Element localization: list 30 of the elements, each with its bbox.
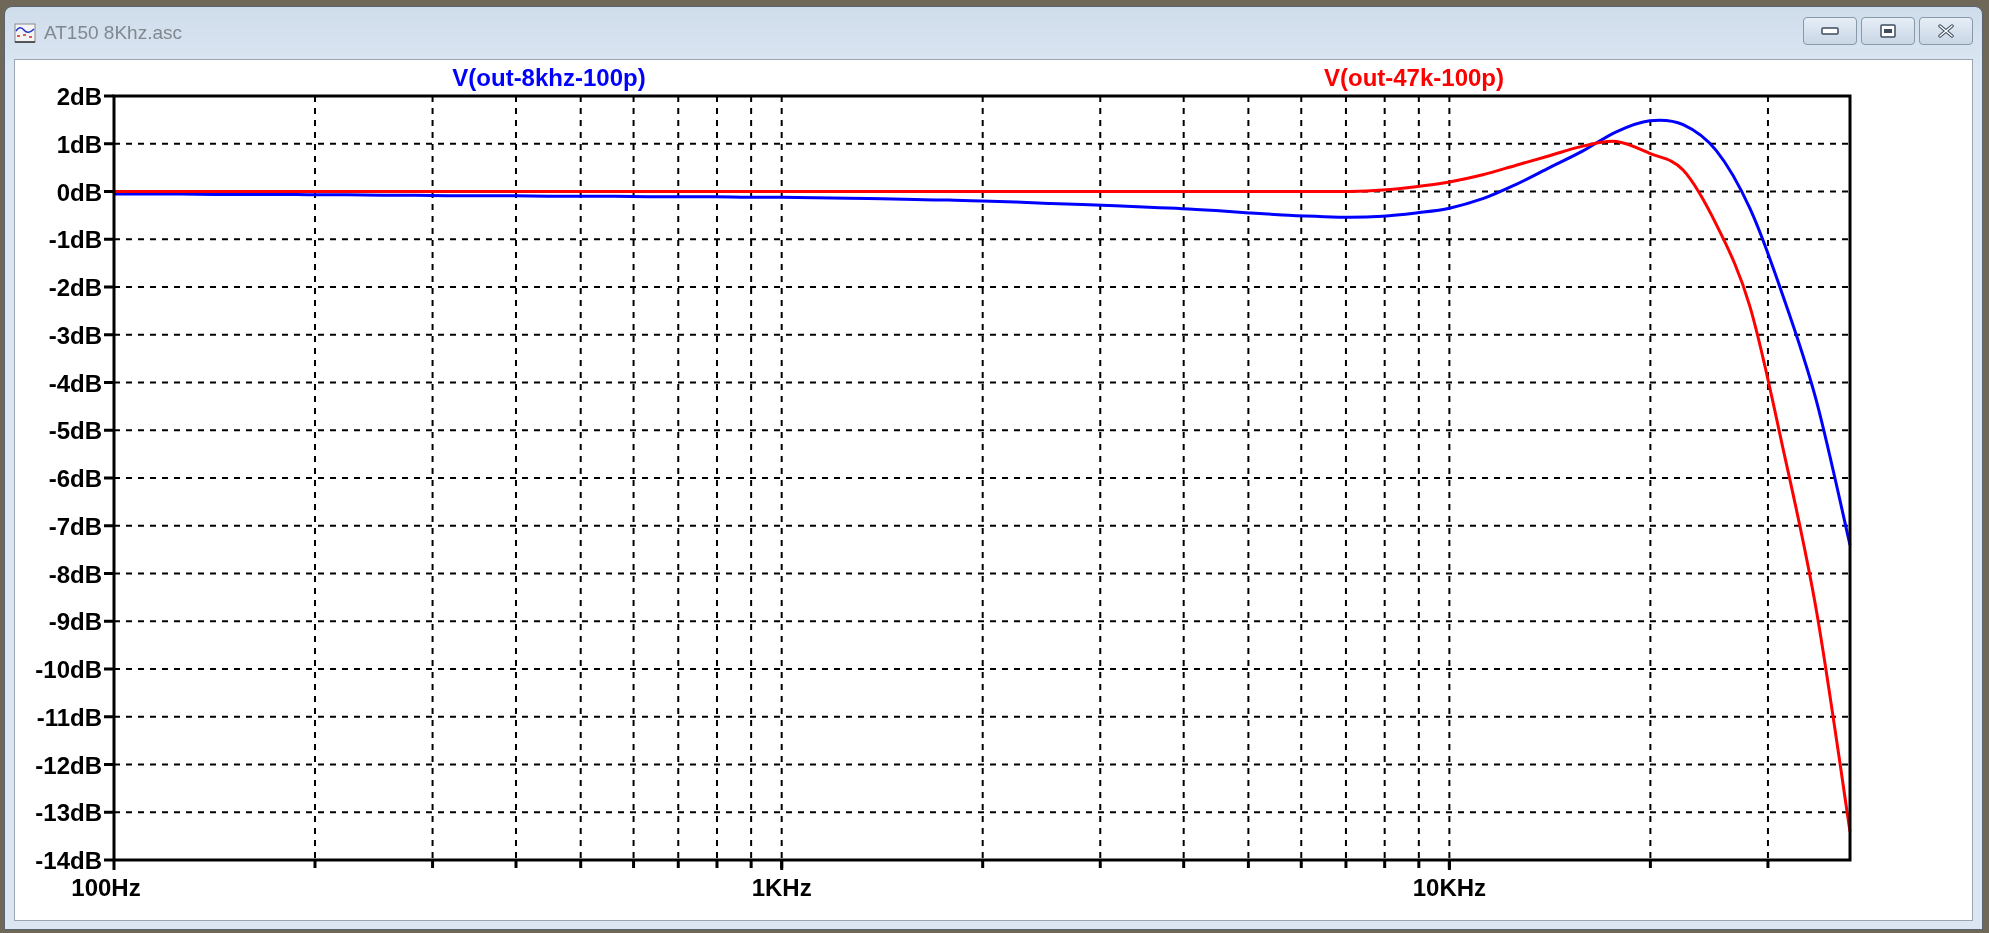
minimize-button[interactable]: [1803, 17, 1857, 45]
y-axis-label: -12dB: [35, 751, 102, 779]
y-axis-label: -14dB: [35, 847, 102, 874]
y-axis-label: 1dB: [56, 130, 102, 158]
y-axis-label: -3dB: [48, 321, 102, 349]
x-axis-label: 10KHz: [1412, 874, 1487, 901]
y-axis-label: -9dB: [48, 608, 102, 636]
y-axis-label: 2dB: [56, 83, 102, 110]
minimize-icon: [1821, 27, 1839, 35]
y-axis-label: -10dB: [35, 656, 102, 683]
maximize-icon: [1880, 24, 1896, 38]
y-axis-label: -11dB: [36, 703, 102, 731]
close-icon: [1937, 24, 1955, 38]
close-button[interactable]: [1919, 17, 1973, 45]
maximize-button[interactable]: [1861, 17, 1915, 45]
y-axis-label: -13dB: [35, 799, 102, 827]
trace-label: V(out-47k-100p): [1324, 64, 1504, 91]
y-axis-label: -1dB: [48, 226, 102, 254]
window-title: AT150 8Khz.asc: [44, 22, 182, 44]
y-axis-label: -5dB: [48, 417, 102, 445]
waveform-icon: [14, 22, 36, 44]
x-axis-label: 100Hz: [71, 874, 141, 901]
y-axis-label: -4dB: [48, 369, 102, 397]
trace-label: V(out-8khz-100p): [452, 64, 646, 91]
y-axis-label: 0dB: [56, 178, 102, 206]
y-axis-label: -8dB: [48, 560, 102, 588]
y-axis-label: -2dB: [48, 274, 102, 301]
y-axis-label: -6dB: [48, 465, 102, 492]
x-axis-label: 1KHz: [751, 874, 812, 901]
y-axis-label: -7dB: [48, 512, 102, 540]
